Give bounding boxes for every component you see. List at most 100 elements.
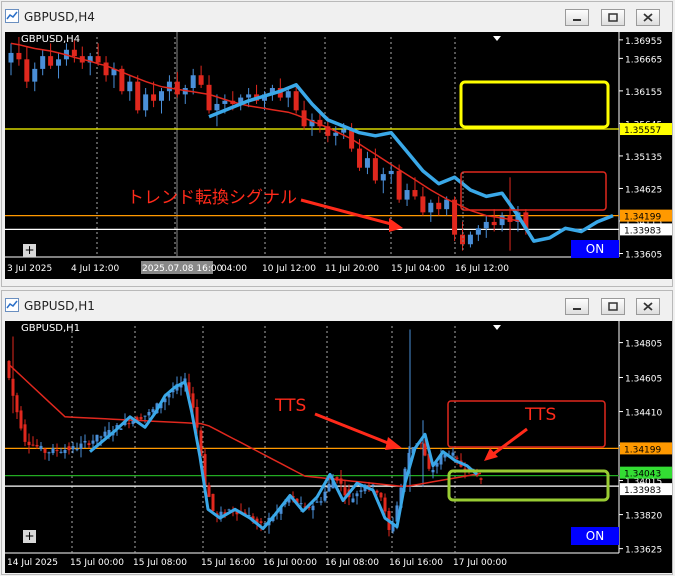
candle-body <box>206 84 212 111</box>
price-tick-label: 1.35135 <box>625 153 662 163</box>
close-icon <box>643 302 653 311</box>
candle-body <box>444 199 450 210</box>
price-tick-label: 1.33605 <box>625 250 662 260</box>
price-tick-label: 1.33625 <box>625 546 662 556</box>
candle-body <box>151 409 155 413</box>
candle-body <box>357 148 363 168</box>
candle-body <box>191 393 195 408</box>
time-tick-label: 16 Jul 16:00 <box>389 558 443 568</box>
candle-body <box>48 56 54 66</box>
candle-body <box>222 100 228 104</box>
shift-marker <box>493 325 501 330</box>
price-label: 1.33983 <box>624 226 661 236</box>
candle-body <box>39 445 43 450</box>
candle-body <box>55 450 59 452</box>
candle-body <box>87 443 91 446</box>
price-chart-h4[interactable]: トレンド転換シグナル1.369551.366651.361551.356451.… <box>5 32 672 279</box>
time-tick-label: 15 Jul 04:00 <box>391 264 445 274</box>
price-tick-label: 1.36155 <box>625 88 662 98</box>
candle-body <box>139 416 143 420</box>
time-tick-label: 16 Jul 00:00 <box>263 558 317 568</box>
candle-body <box>32 68 38 82</box>
candle-body <box>227 509 231 511</box>
time-tick-label: 14 Jul 2025 <box>7 558 58 568</box>
title-bar[interactable]: GBPUSD,H4 <box>2 2 672 32</box>
annotation-arrowhead <box>385 437 402 450</box>
candle-body <box>56 59 62 66</box>
candle-body <box>452 199 458 235</box>
close-button[interactable] <box>636 9 660 26</box>
chart-window-h4[interactable]: GBPUSD,H4 トレンド転換シグナル 1.36955 1.36665 1.3615… <box>1 1 673 287</box>
candle-body <box>75 449 79 451</box>
candle-body <box>355 493 359 497</box>
candle-body <box>285 91 291 98</box>
add-indicator-button[interactable]: + <box>23 244 36 257</box>
time-tick-label: 04:00 <box>221 264 247 274</box>
candle-body <box>71 49 77 57</box>
candle-body <box>315 501 319 503</box>
minimize-button[interactable] <box>565 9 589 26</box>
candle-body <box>43 448 47 453</box>
minimize-icon <box>573 308 581 310</box>
candle-body <box>99 436 103 438</box>
time-tick-label: 17 Jul 00:00 <box>453 558 507 568</box>
on-button[interactable]: ON <box>571 240 619 258</box>
trend-reversal-annotation: トレンド転換シグナル <box>127 188 297 208</box>
candle-body <box>431 469 435 473</box>
candle-body <box>83 441 87 443</box>
chart-icon <box>5 9 19 23</box>
price-chart-h1[interactable]: TTSTTS1.348051.346051.344101.342151.3401… <box>5 321 672 573</box>
candle-body <box>380 174 386 181</box>
title-bar[interactable]: GBPUSD,H1 <box>2 291 672 321</box>
candle-body <box>8 52 14 63</box>
on-button[interactable]: ON <box>571 527 619 545</box>
red-zone-box <box>460 171 607 211</box>
candle-body <box>63 450 67 454</box>
restore-button[interactable] <box>601 9 625 26</box>
candle-body <box>423 443 427 456</box>
price-label: 1.33983 <box>624 486 661 496</box>
chart-symbol-label: GBPUSD,H1 <box>21 323 81 334</box>
candle-body <box>143 94 149 111</box>
candle-body <box>319 501 323 503</box>
candle-body <box>190 75 196 89</box>
candle-body <box>119 428 123 430</box>
candle-body <box>19 410 23 429</box>
candle-body <box>379 492 383 498</box>
price-label: 1.34199 <box>624 445 661 455</box>
candle-body <box>7 360 11 378</box>
restore-icon <box>608 13 618 22</box>
candle-body <box>359 490 363 492</box>
minimize-button[interactable] <box>565 298 589 315</box>
candle-body <box>95 56 101 63</box>
close-button[interactable] <box>636 298 660 315</box>
candle-body <box>467 234 473 245</box>
price-label: 1.35557 <box>624 126 661 136</box>
time-tick-label: 4 Jul 12:00 <box>71 264 120 274</box>
candle-body <box>103 431 107 437</box>
candle-body <box>428 202 434 213</box>
candle-body <box>351 498 355 503</box>
annotation-arrowhead <box>484 448 498 461</box>
candle-body <box>364 158 370 168</box>
trend-overlay-line <box>208 83 614 243</box>
candle-body <box>23 424 27 442</box>
candle-body <box>214 103 220 111</box>
window-title: GBPUSD,H1 <box>24 299 95 313</box>
time-tick-label: 16 Jul 08:00 <box>325 558 379 568</box>
candle-body <box>491 221 497 226</box>
candle-body <box>135 81 141 111</box>
candle-body <box>207 485 211 497</box>
candle-body <box>455 457 459 459</box>
candle-body <box>79 443 83 449</box>
candle-body <box>451 452 455 456</box>
candle-body <box>24 59 30 82</box>
candle-body <box>311 505 315 511</box>
chart-window-h1[interactable]: GBPUSD,H1 TTS TTS 1.34805 1.34605 1.34410 1.3… <box>1 290 673 575</box>
add-indicator-button[interactable]: + <box>23 530 36 543</box>
restore-button[interactable] <box>601 298 625 315</box>
chart-symbol-label: GBPUSD,H4 <box>21 34 81 45</box>
time-tick-label: 16 Jul 12:00 <box>455 264 509 274</box>
close-icon <box>643 13 653 22</box>
candle-body <box>341 129 347 133</box>
